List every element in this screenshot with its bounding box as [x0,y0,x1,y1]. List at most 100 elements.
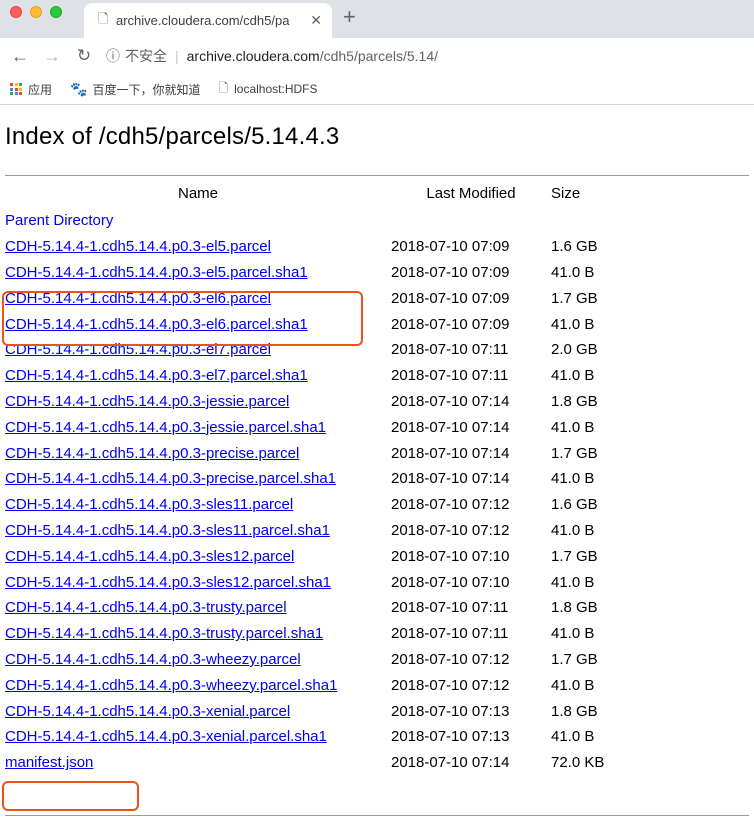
file-link[interactable]: CDH-5.14.4-1.cdh5.14.4.p0.3-sles11.parce… [5,496,293,513]
size-cell: 1.7 GB [551,444,598,462]
close-tab-icon[interactable]: ✕ [310,12,322,29]
file-link[interactable]: CDH-5.14.4-1.cdh5.14.4.p0.3-trusty.parce… [5,599,287,616]
size-cell: 41.0 B [551,367,595,385]
page-content: Index of /cdh5/parcels/5.14.4.3 Name Las… [0,123,754,776]
size-cell: 1.7 GB [551,289,598,307]
url-host: archive.cloudera.com [186,48,320,64]
url-path: /cdh5/parcels/5.14/ [319,48,438,64]
file-link[interactable]: CDH-5.14.4-1.cdh5.14.4.p0.3-xenial.parce… [5,728,327,745]
page-icon: 🗋 [218,80,229,95]
file-link[interactable]: CDH-5.14.4-1.cdh5.14.4.p0.3-precise.parc… [5,470,336,487]
size-cell: 41.0 B [551,263,595,281]
info-icon[interactable]: ⓘ [106,46,120,66]
last-modified-cell: 2018-07-10 07:12 [391,650,510,668]
bookmark-label: 百度一下，你就知道 [92,82,201,97]
file-link[interactable]: CDH-5.14.4-1.cdh5.14.4.p0.3-el7.parcel [5,341,271,358]
table-row: CDH-5.14.4-1.cdh5.14.4.p0.3-wheezy.parce… [5,672,604,698]
table-row: CDH-5.14.4-1.cdh5.14.4.p0.3-el5.parcel 20… [5,234,604,260]
parent-directory-link[interactable]: Parent Directory [5,212,113,229]
column-header-size[interactable]: Size [551,178,604,208]
bookmarks-bar: 应用 🐾 百度一下，你就知道 🗋 localhost:HDFS [0,74,754,105]
forward-arrow-icon[interactable]: → [40,46,64,67]
table-row: CDH-5.14.4-1.cdh5.14.4.p0.3-el6.parcel 20… [5,285,604,311]
minimize-window-button[interactable] [30,6,42,18]
file-link[interactable]: CDH-5.14.4-1.cdh5.14.4.p0.3-wheezy.parce… [5,677,337,694]
table-row: CDH-5.14.4-1.cdh5.14.4.p0.3-sles12.parce… [5,569,604,595]
file-link[interactable]: CDH-5.14.4-1.cdh5.14.4.p0.3-el5.parcel [5,238,271,255]
tab-title: archive.cloudera.com/cdh5/pa [116,13,290,28]
table-row: CDH-5.14.4-1.cdh5.14.4.p0.3-jessie.parce… [5,389,604,415]
size-cell: 41.0 B [551,625,595,643]
file-link[interactable]: CDH-5.14.4-1.cdh5.14.4.p0.3-sles12.parce… [5,548,294,565]
table-row: CDH-5.14.4-1.cdh5.14.4.p0.3-sles12.parce… [5,543,604,569]
size-cell: 41.0 B [551,315,595,333]
size-cell: 41.0 B [551,521,595,539]
last-modified-cell: 2018-07-10 07:14 [391,444,510,462]
back-arrow-icon[interactable]: ← [8,46,32,67]
close-window-button[interactable] [10,6,22,18]
bookmark-apps[interactable]: 应用 [10,81,52,98]
new-tab-button[interactable]: + [343,4,356,30]
baidu-paw-icon: 🐾 [70,80,88,97]
table-row: CDH-5.14.4-1.cdh5.14.4.p0.3-trusty.parce… [5,621,604,647]
table-row: CDH-5.14.4-1.cdh5.14.4.p0.3-wheezy.parce… [5,647,604,673]
file-link[interactable]: CDH-5.14.4-1.cdh5.14.4.p0.3-el7.parcel.s… [5,367,308,384]
reload-icon[interactable]: ↻ [72,46,96,66]
size-cell: 41.0 B [551,470,595,488]
bookmark-label: 应用 [28,82,53,97]
file-link[interactable]: CDH-5.14.4-1.cdh5.14.4.p0.3-wheezy.parce… [5,651,301,668]
file-link[interactable]: CDH-5.14.4-1.cdh5.14.4.p0.3-jessie.parce… [5,419,326,436]
file-link[interactable]: CDH-5.14.4-1.cdh5.14.4.p0.3-precise.parc… [5,445,299,462]
last-modified-cell: 2018-07-10 07:10 [391,573,510,591]
tab-strip: 🗋 archive.cloudera.com/cdh5/pa ✕ + [0,0,754,38]
file-link[interactable]: CDH-5.14.4-1.cdh5.14.4.p0.3-sles12.parce… [5,574,331,591]
security-label: 不安全 [125,48,167,64]
file-listing-table: Name Last Modified Size Parent Directory… [5,178,604,776]
bookmark-localhost-hdfs[interactable]: 🗋 localhost:HDFS [218,79,317,100]
column-header-name[interactable]: Name [5,178,391,208]
last-modified-cell: 2018-07-10 07:14 [391,392,510,410]
address-bar[interactable]: ⓘ 不安全 | archive.cloudera.com/cdh5/parcel… [106,42,754,70]
last-modified-cell: 2018-07-10 07:09 [391,263,510,281]
last-modified-cell: 2018-07-10 07:14 [391,754,510,772]
last-modified-cell: 2018-07-10 07:09 [391,289,510,307]
footer-divider [5,815,749,816]
file-link[interactable]: CDH-5.14.4-1.cdh5.14.4.p0.3-el6.parcel.s… [5,316,308,333]
last-modified-cell: 2018-07-10 07:12 [391,496,510,514]
parent-directory-row: Parent Directory [5,208,604,234]
file-link[interactable]: CDH-5.14.4-1.cdh5.14.4.p0.3-trusty.parce… [5,625,323,642]
size-cell: 41.0 B [551,728,595,746]
last-modified-cell: 2018-07-10 07:13 [391,702,510,720]
file-link[interactable]: CDH-5.14.4-1.cdh5.14.4.p0.3-xenial.parce… [5,703,290,720]
last-modified-cell: 2018-07-10 07:09 [391,238,510,256]
maximize-window-button[interactable] [50,6,62,18]
table-row: CDH-5.14.4-1.cdh5.14.4.p0.3-xenial.parce… [5,698,604,724]
last-modified-cell: 2018-07-10 07:11 [391,367,509,385]
table-row: CDH-5.14.4-1.cdh5.14.4.p0.3-precise.parc… [5,466,604,492]
file-link[interactable]: CDH-5.14.4-1.cdh5.14.4.p0.3-jessie.parce… [5,393,289,410]
last-modified-cell: 2018-07-10 07:12 [391,521,510,539]
table-row: CDH-5.14.4-1.cdh5.14.4.p0.3-el7.parcel.s… [5,363,604,389]
size-cell: 1.8 GB [551,702,598,720]
table-header-row: Name Last Modified Size [5,178,604,208]
bookmark-label: localhost:HDFS [234,82,318,96]
table-row: CDH-5.14.4-1.cdh5.14.4.p0.3-el5.parcel.s… [5,260,604,286]
file-link[interactable]: CDH-5.14.4-1.cdh5.14.4.p0.3-el6.parcel [5,290,271,307]
page-title: Index of /cdh5/parcels/5.14.4.3 [5,123,340,150]
size-cell: 1.6 GB [551,496,598,514]
annotation-box-manifest [2,781,139,811]
table-row: CDH-5.14.4-1.cdh5.14.4.p0.3-jessie.parce… [5,414,604,440]
table-row: CDH-5.14.4-1.cdh5.14.4.p0.3-el6.parcel.s… [5,311,604,337]
size-cell: 1.8 GB [551,599,598,617]
header-divider [5,175,749,176]
page-icon: 🗋 [98,10,109,26]
column-header-last-modified[interactable]: Last Modified [391,178,551,208]
browser-tab[interactable]: 🗋 archive.cloudera.com/cdh5/pa ✕ [84,3,332,38]
file-link[interactable]: CDH-5.14.4-1.cdh5.14.4.p0.3-el5.parcel.s… [5,264,308,281]
last-modified-cell: 2018-07-10 07:12 [391,676,510,694]
omnibox-divider: | [175,48,179,64]
size-cell: 41.0 B [551,573,595,591]
file-link[interactable]: CDH-5.14.4-1.cdh5.14.4.p0.3-sles11.parce… [5,522,330,539]
bookmark-baidu[interactable]: 🐾 百度一下，你就知道 [70,81,200,98]
file-link[interactable]: manifest.json [5,754,93,771]
